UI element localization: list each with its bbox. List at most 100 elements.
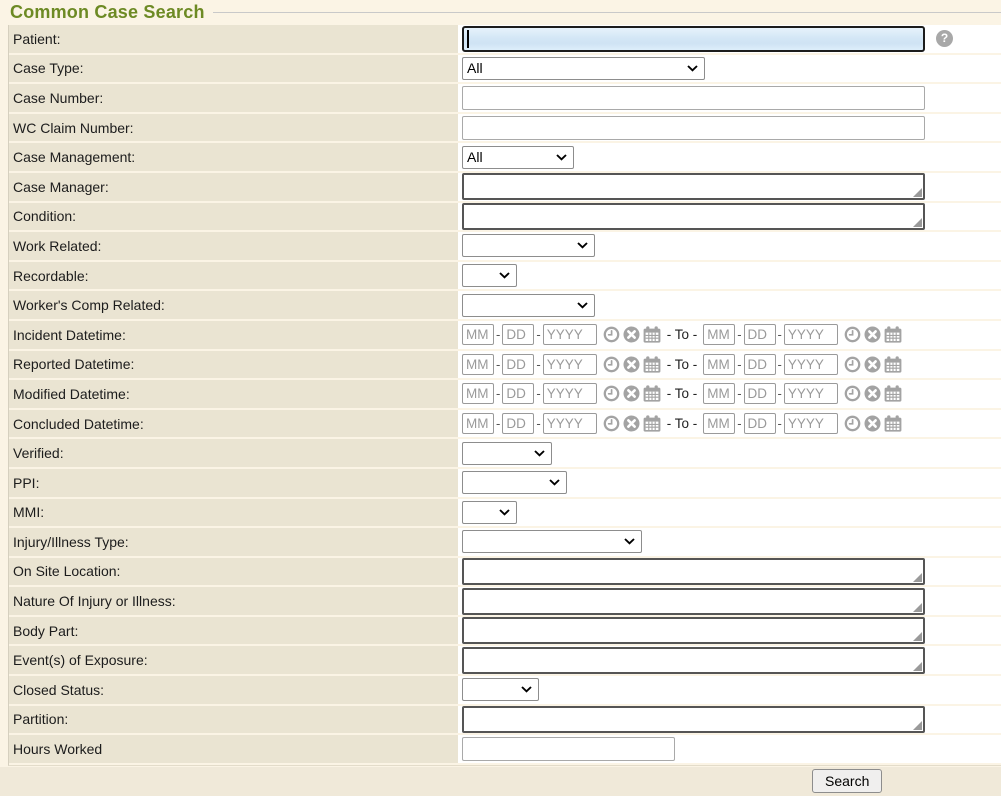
- resize-handle-icon[interactable]: [913, 218, 922, 227]
- events-of-exposure-label: Event(s) of Exposure:: [9, 646, 458, 674]
- concluded-datetime-from-date-group: --: [462, 413, 661, 434]
- calendar-icon[interactable]: [643, 356, 661, 373]
- case-management-select[interactable]: All: [462, 146, 574, 169]
- case-type-select[interactable]: All: [462, 57, 705, 80]
- row-condition: Condition:: [9, 203, 1001, 231]
- calendar-icon[interactable]: [884, 415, 902, 432]
- closed-status-select[interactable]: [462, 678, 539, 701]
- reported-datetime-to-mm-input[interactable]: [703, 354, 735, 375]
- reported-datetime-from-mm-input[interactable]: [462, 354, 494, 375]
- resize-handle-icon[interactable]: [913, 603, 922, 612]
- date-separator: -: [536, 357, 540, 372]
- concluded-datetime-to-dd-input[interactable]: [744, 413, 776, 434]
- resize-handle-icon[interactable]: [913, 188, 922, 197]
- calendar-icon[interactable]: [643, 326, 661, 343]
- on-site-location-field: [458, 558, 1001, 586]
- date-separator: -: [737, 327, 741, 342]
- clock-icon[interactable]: [603, 326, 620, 343]
- patient-input[interactable]: [462, 26, 925, 52]
- work-related-select[interactable]: [462, 234, 595, 257]
- clear-icon[interactable]: [623, 385, 640, 402]
- clock-icon[interactable]: [844, 356, 861, 373]
- hours-worked-input[interactable]: [462, 737, 675, 761]
- incident-datetime-to-mm-input[interactable]: [703, 324, 735, 345]
- modified-datetime-to-yyyy-input[interactable]: [784, 383, 838, 404]
- injury-illness-type-select[interactable]: [462, 530, 642, 553]
- concluded-datetime-to-yyyy-input[interactable]: [784, 413, 838, 434]
- clear-icon[interactable]: [623, 356, 640, 373]
- row-partition: Partition:: [9, 706, 1001, 734]
- clear-icon[interactable]: [864, 356, 881, 373]
- verified-select[interactable]: [462, 442, 552, 465]
- incident-datetime-to-yyyy-input[interactable]: [784, 324, 838, 345]
- resize-handle-icon[interactable]: [913, 632, 922, 641]
- modified-datetime-from-yyyy-input[interactable]: [543, 383, 597, 404]
- reported-datetime-to-yyyy-input[interactable]: [784, 354, 838, 375]
- nature-of-injury-or-illness-label: Nature Of Injury or Illness:: [9, 587, 458, 615]
- nature-of-injury-or-illness-textarea[interactable]: [462, 588, 925, 615]
- clear-icon[interactable]: [623, 326, 640, 343]
- recordable-select[interactable]: [462, 264, 517, 287]
- case-number-input[interactable]: [462, 86, 925, 110]
- row-case-number: Case Number:: [9, 84, 1001, 112]
- incident-datetime-from-mm-input[interactable]: [462, 324, 494, 345]
- verified-field: [458, 439, 1001, 467]
- modified-datetime-to-mm-input[interactable]: [703, 383, 735, 404]
- clear-icon[interactable]: [623, 415, 640, 432]
- case-manager-textarea[interactable]: [462, 173, 925, 200]
- calendar-icon[interactable]: [643, 415, 661, 432]
- chevron-down-icon: [687, 65, 698, 72]
- modified-datetime-from-dd-input[interactable]: [502, 383, 534, 404]
- clear-icon[interactable]: [864, 326, 881, 343]
- concluded-datetime-from-dd-input[interactable]: [502, 413, 534, 434]
- search-button[interactable]: Search: [812, 769, 882, 793]
- modified-datetime-from-mm-input[interactable]: [462, 383, 494, 404]
- mmi-select[interactable]: [462, 501, 517, 524]
- clock-icon[interactable]: [844, 326, 861, 343]
- reported-datetime-from-dd-input[interactable]: [502, 354, 534, 375]
- reported-datetime-to-dd-input[interactable]: [744, 354, 776, 375]
- events-of-exposure-textarea[interactable]: [462, 647, 925, 674]
- help-icon[interactable]: ?: [936, 30, 953, 47]
- clock-icon[interactable]: [844, 385, 861, 402]
- clear-icon[interactable]: [864, 415, 881, 432]
- clock-icon[interactable]: [603, 415, 620, 432]
- date-separator: -: [536, 386, 540, 401]
- row-hours-worked: Hours Worked: [9, 735, 1001, 763]
- reported-datetime-from-yyyy-input[interactable]: [543, 354, 597, 375]
- resize-handle-icon[interactable]: [913, 721, 922, 730]
- workers-comp-related-select[interactable]: [462, 294, 595, 317]
- resize-handle-icon[interactable]: [913, 573, 922, 582]
- incident-datetime-from-yyyy-input[interactable]: [543, 324, 597, 345]
- condition-field: [458, 203, 1001, 231]
- modified-datetime-to-dd-input[interactable]: [744, 383, 776, 404]
- clock-icon[interactable]: [603, 356, 620, 373]
- date-separator: -: [778, 416, 782, 431]
- wc-claim-number-input[interactable]: [462, 116, 925, 140]
- condition-textarea[interactable]: [462, 203, 925, 230]
- on-site-location-textarea[interactable]: [462, 558, 925, 585]
- clock-icon[interactable]: [844, 415, 861, 432]
- clock-icon[interactable]: [603, 385, 620, 402]
- body-part-textarea[interactable]: [462, 617, 925, 644]
- concluded-datetime-to-mm-input[interactable]: [703, 413, 735, 434]
- partition-textarea[interactable]: [462, 706, 925, 733]
- wc-claim-number-label: WC Claim Number:: [9, 114, 458, 142]
- reported-datetime-to-date-group: --: [703, 354, 902, 375]
- calendar-icon[interactable]: [884, 385, 902, 402]
- calendar-icon[interactable]: [884, 356, 902, 373]
- resize-handle-icon[interactable]: [913, 662, 922, 671]
- row-verified: Verified:: [9, 439, 1001, 467]
- ppi-select[interactable]: [462, 471, 567, 494]
- to-separator: - To -: [667, 386, 698, 401]
- ppi-label: PPI:: [9, 469, 458, 497]
- incident-datetime-from-dd-input[interactable]: [502, 324, 534, 345]
- row-injury-illness-type: Injury/Illness Type:: [9, 528, 1001, 556]
- nature-of-injury-or-illness-field: [458, 587, 1001, 615]
- calendar-icon[interactable]: [643, 385, 661, 402]
- concluded-datetime-from-yyyy-input[interactable]: [543, 413, 597, 434]
- clear-icon[interactable]: [864, 385, 881, 402]
- incident-datetime-to-dd-input[interactable]: [744, 324, 776, 345]
- concluded-datetime-from-mm-input[interactable]: [462, 413, 494, 434]
- calendar-icon[interactable]: [884, 326, 902, 343]
